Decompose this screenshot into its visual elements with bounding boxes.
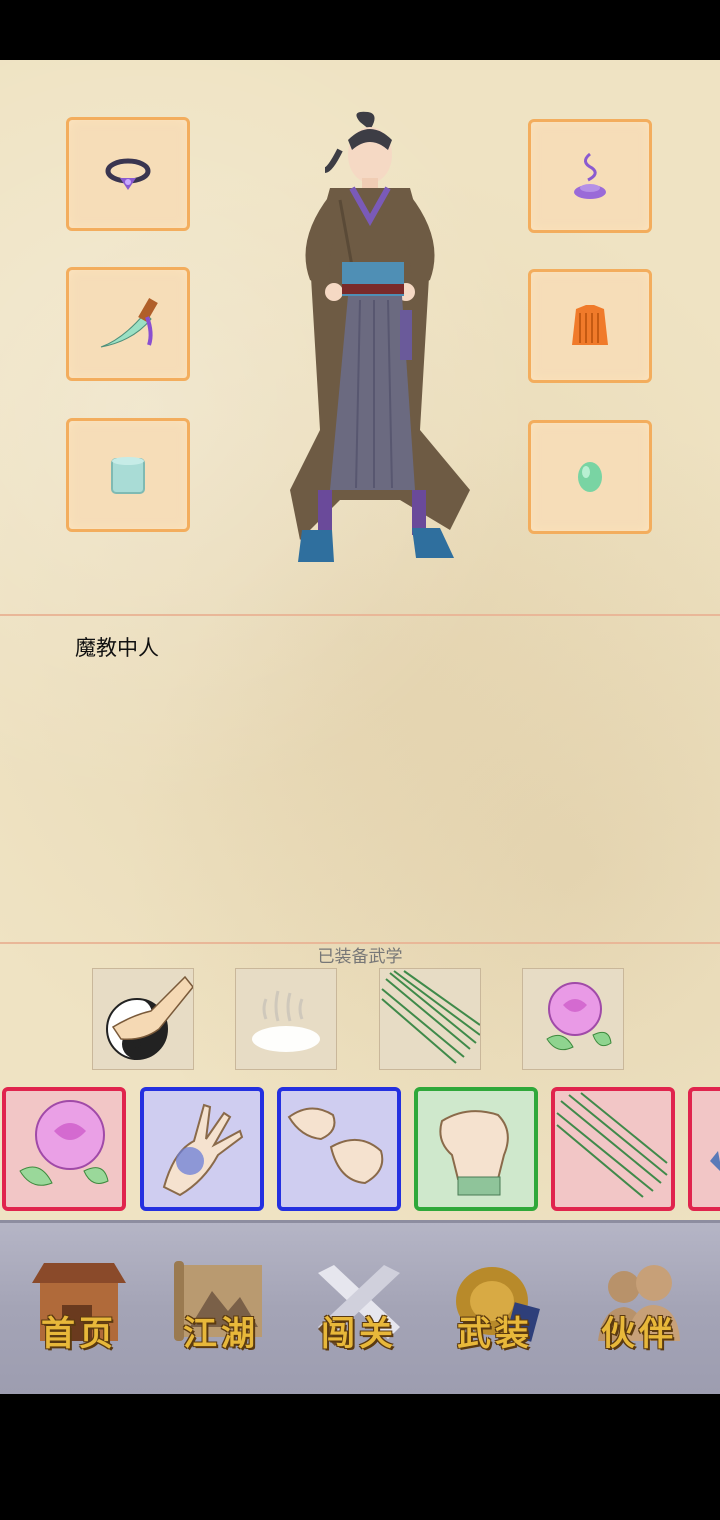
status-bar bbox=[0, 0, 720, 60]
nav-jianghu[interactable]: 江湖 bbox=[166, 1253, 276, 1363]
martial-arts-card-strip[interactable] bbox=[0, 1086, 720, 1216]
rose-icon bbox=[546, 982, 612, 1051]
equipped-skill-1[interactable] bbox=[92, 968, 194, 1070]
skill-card-fists[interactable] bbox=[277, 1087, 401, 1211]
claw-hand-icon bbox=[162, 1103, 244, 1197]
bracer-icon bbox=[111, 457, 145, 494]
nav-home-label: 首页 bbox=[41, 1314, 117, 1354]
nav-equip-label: 武装 bbox=[457, 1314, 533, 1354]
nav-equip[interactable]: 武装 bbox=[440, 1253, 550, 1363]
equip-slot-bracer[interactable] bbox=[66, 418, 190, 532]
skill-card-needles[interactable] bbox=[551, 1087, 675, 1211]
equip-slot-armor[interactable] bbox=[528, 269, 652, 383]
rose-icon bbox=[19, 1100, 109, 1186]
nav-partner[interactable]: 伙伴 bbox=[584, 1253, 694, 1363]
equip-slot-jade[interactable] bbox=[528, 420, 652, 534]
two-fists-icon bbox=[287, 1107, 384, 1185]
nav-home[interactable]: 首页 bbox=[24, 1253, 134, 1363]
armor-icon bbox=[572, 305, 608, 345]
nav-partner-label: 伙伴 bbox=[601, 1314, 677, 1354]
needles-icon bbox=[381, 970, 480, 1064]
equip-slot-incense[interactable] bbox=[528, 119, 652, 233]
equip-slot-weapon[interactable] bbox=[66, 267, 190, 381]
feather-icon bbox=[710, 1151, 720, 1171]
skill-card-fist[interactable] bbox=[414, 1087, 538, 1211]
divider-top bbox=[0, 614, 720, 616]
equipped-martial-arts-label: 已装备武学 bbox=[317, 947, 403, 967]
nav-challenge[interactable]: 闯关 bbox=[304, 1253, 414, 1363]
equipped-skill-3[interactable] bbox=[379, 968, 481, 1070]
equipped-skill-2[interactable] bbox=[235, 968, 337, 1070]
incense-icon bbox=[574, 152, 606, 199]
bottom-nav: 首页 江湖 闯关 武装 伙伴 bbox=[0, 1220, 720, 1394]
ring-icon bbox=[105, 158, 151, 190]
nav-jianghu-label: 江湖 bbox=[183, 1314, 259, 1354]
dagger-icon bbox=[100, 297, 158, 348]
character-figure bbox=[290, 111, 470, 562]
mist-icon bbox=[252, 990, 320, 1052]
jade-icon bbox=[578, 462, 602, 492]
taiji-palm-icon bbox=[106, 975, 193, 1060]
skill-card-partial[interactable] bbox=[688, 1087, 720, 1211]
skill-card-claw[interactable] bbox=[140, 1087, 264, 1211]
character-title: 魔教中人 bbox=[75, 636, 159, 660]
fist-icon bbox=[439, 1110, 509, 1196]
equip-slot-ring[interactable] bbox=[66, 117, 190, 231]
system-nav-area bbox=[0, 1394, 720, 1520]
skill-card-rose[interactable] bbox=[2, 1087, 126, 1211]
equipped-skill-4[interactable] bbox=[522, 968, 624, 1070]
nav-challenge-label: 闯关 bbox=[321, 1314, 397, 1354]
needles-icon bbox=[556, 1092, 668, 1198]
